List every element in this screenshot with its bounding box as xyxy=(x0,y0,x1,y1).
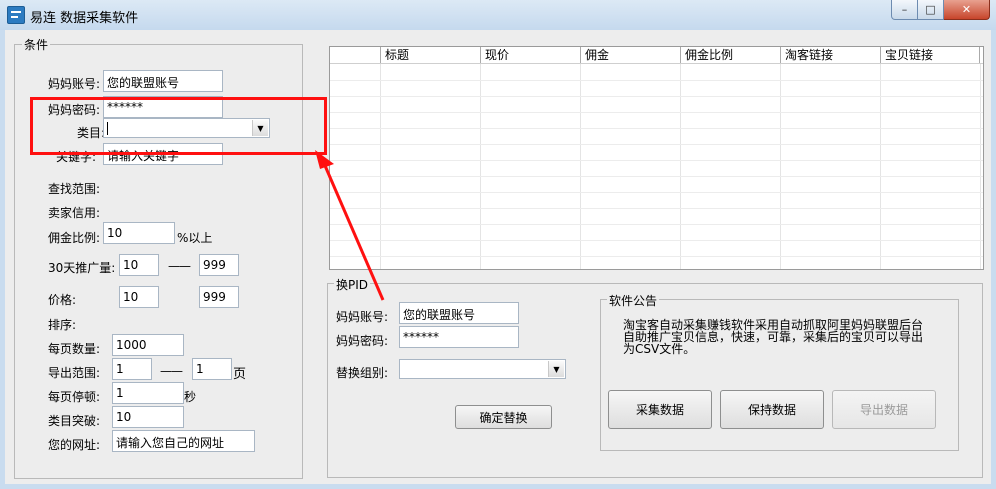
window-controls: – □ ✕ xyxy=(891,0,990,20)
column-divider xyxy=(480,64,481,269)
export-range-separator: —— xyxy=(160,364,183,378)
results-table[interactable]: 标题 现价 佣金 佣金比例 淘客链接 宝贝链接 xyxy=(329,46,984,270)
replace-pid-group-title: 换PID xyxy=(334,276,371,293)
column-header-price[interactable]: 现价 xyxy=(480,47,580,63)
row-divider xyxy=(330,240,983,241)
per-page-label: 每页数量: xyxy=(48,342,101,356)
row-divider xyxy=(330,80,983,81)
row-divider xyxy=(330,176,983,177)
pid-mama-password-input[interactable]: ****** xyxy=(399,326,519,348)
export-data-button[interactable]: 导出数据 xyxy=(832,390,936,429)
commission-ratio-input[interactable]: 10 xyxy=(103,222,175,244)
your-url-label: 您的网址: xyxy=(48,438,101,452)
row-divider xyxy=(330,128,983,129)
page-pause-label: 每页停顿: xyxy=(48,390,101,404)
pid-mama-password-label: 妈妈密码: xyxy=(336,334,389,348)
mama-account-label: 妈妈账号: xyxy=(48,77,101,91)
row-divider xyxy=(330,160,983,161)
column-divider xyxy=(880,64,881,269)
price-label: 价格: xyxy=(48,293,77,307)
column-header-title[interactable]: 标题 xyxy=(380,47,480,63)
conditions-group-title: 条件 xyxy=(22,36,51,53)
maximize-button[interactable]: □ xyxy=(918,0,944,20)
commission-ratio-suffix: %以上 xyxy=(177,231,213,245)
export-range-from-input[interactable]: 1 xyxy=(112,358,152,380)
column-header-item-link[interactable]: 宝贝链接 xyxy=(880,47,980,63)
column-divider xyxy=(380,64,381,269)
category-break-label: 类目突破: xyxy=(48,414,101,428)
app-icon xyxy=(7,6,25,24)
promo-30d-to-input[interactable]: 999 xyxy=(199,254,239,276)
pid-mama-account-input[interactable]: 您的联盟账号 xyxy=(399,302,519,324)
promo-30d-label: 30天推广量: xyxy=(48,261,116,275)
export-range-to-input[interactable]: 1 xyxy=(192,358,232,380)
row-divider xyxy=(330,96,983,97)
column-divider xyxy=(580,64,581,269)
column-divider xyxy=(680,64,681,269)
commission-ratio-label: 佣金比例: xyxy=(48,231,101,245)
sort-label: 排序: xyxy=(48,318,77,332)
column-header-taoke-link[interactable]: 淘客链接 xyxy=(780,47,880,63)
row-divider xyxy=(330,192,983,193)
your-url-input[interactable]: 请输入您自己的网址 xyxy=(112,430,255,452)
per-page-input[interactable]: 1000 xyxy=(112,334,184,356)
column-header-commission-ratio[interactable]: 佣金比例 xyxy=(680,47,780,63)
row-divider xyxy=(330,256,983,257)
category-break-input[interactable]: 10 xyxy=(112,406,184,428)
replace-group-select[interactable]: ▼ xyxy=(399,359,566,379)
promo-30d-separator: —— xyxy=(168,259,191,273)
notice-group-title: 软件公告 xyxy=(607,292,660,309)
notice-line-3: 为CSV文件。 xyxy=(623,342,696,356)
pid-mama-account-label: 妈妈账号: xyxy=(336,310,389,324)
table-header: 标题 现价 佣金 佣金比例 淘客链接 宝贝链接 xyxy=(330,47,983,64)
price-from-input[interactable]: 10 xyxy=(119,286,159,308)
chevron-down-icon[interactable]: ▼ xyxy=(548,361,564,377)
row-divider xyxy=(330,112,983,113)
row-divider xyxy=(330,144,983,145)
promo-30d-from-input[interactable]: 10 xyxy=(119,254,159,276)
page-pause-input[interactable]: 1 xyxy=(112,382,184,404)
seller-credit-label: 卖家信用: xyxy=(48,206,101,220)
row-divider xyxy=(330,224,983,225)
collect-data-button[interactable]: 采集数据 xyxy=(608,390,712,429)
column-divider xyxy=(780,64,781,269)
replace-group-label: 替换组别: xyxy=(336,366,389,380)
mama-account-input[interactable]: 您的联盟账号 xyxy=(103,70,223,92)
export-range-label: 导出范围: xyxy=(48,366,101,380)
save-data-button[interactable]: 保持数据 xyxy=(720,390,824,429)
title-bar[interactable] xyxy=(0,0,996,30)
page-pause-unit: 秒 xyxy=(184,390,197,404)
row-divider xyxy=(330,208,983,209)
minimize-button[interactable]: – xyxy=(891,0,918,20)
column-divider xyxy=(980,64,981,269)
export-range-unit: 页 xyxy=(233,367,247,382)
column-header-commission[interactable]: 佣金 xyxy=(580,47,680,63)
search-range-label: 查找范围: xyxy=(48,182,101,196)
window-title: 易连 数据采集软件 xyxy=(30,11,139,26)
close-button[interactable]: ✕ xyxy=(944,0,990,20)
annotation-highlight-box xyxy=(30,97,327,155)
confirm-replace-button[interactable]: 确定替换 xyxy=(455,405,552,429)
price-to-input[interactable]: 999 xyxy=(199,286,239,308)
